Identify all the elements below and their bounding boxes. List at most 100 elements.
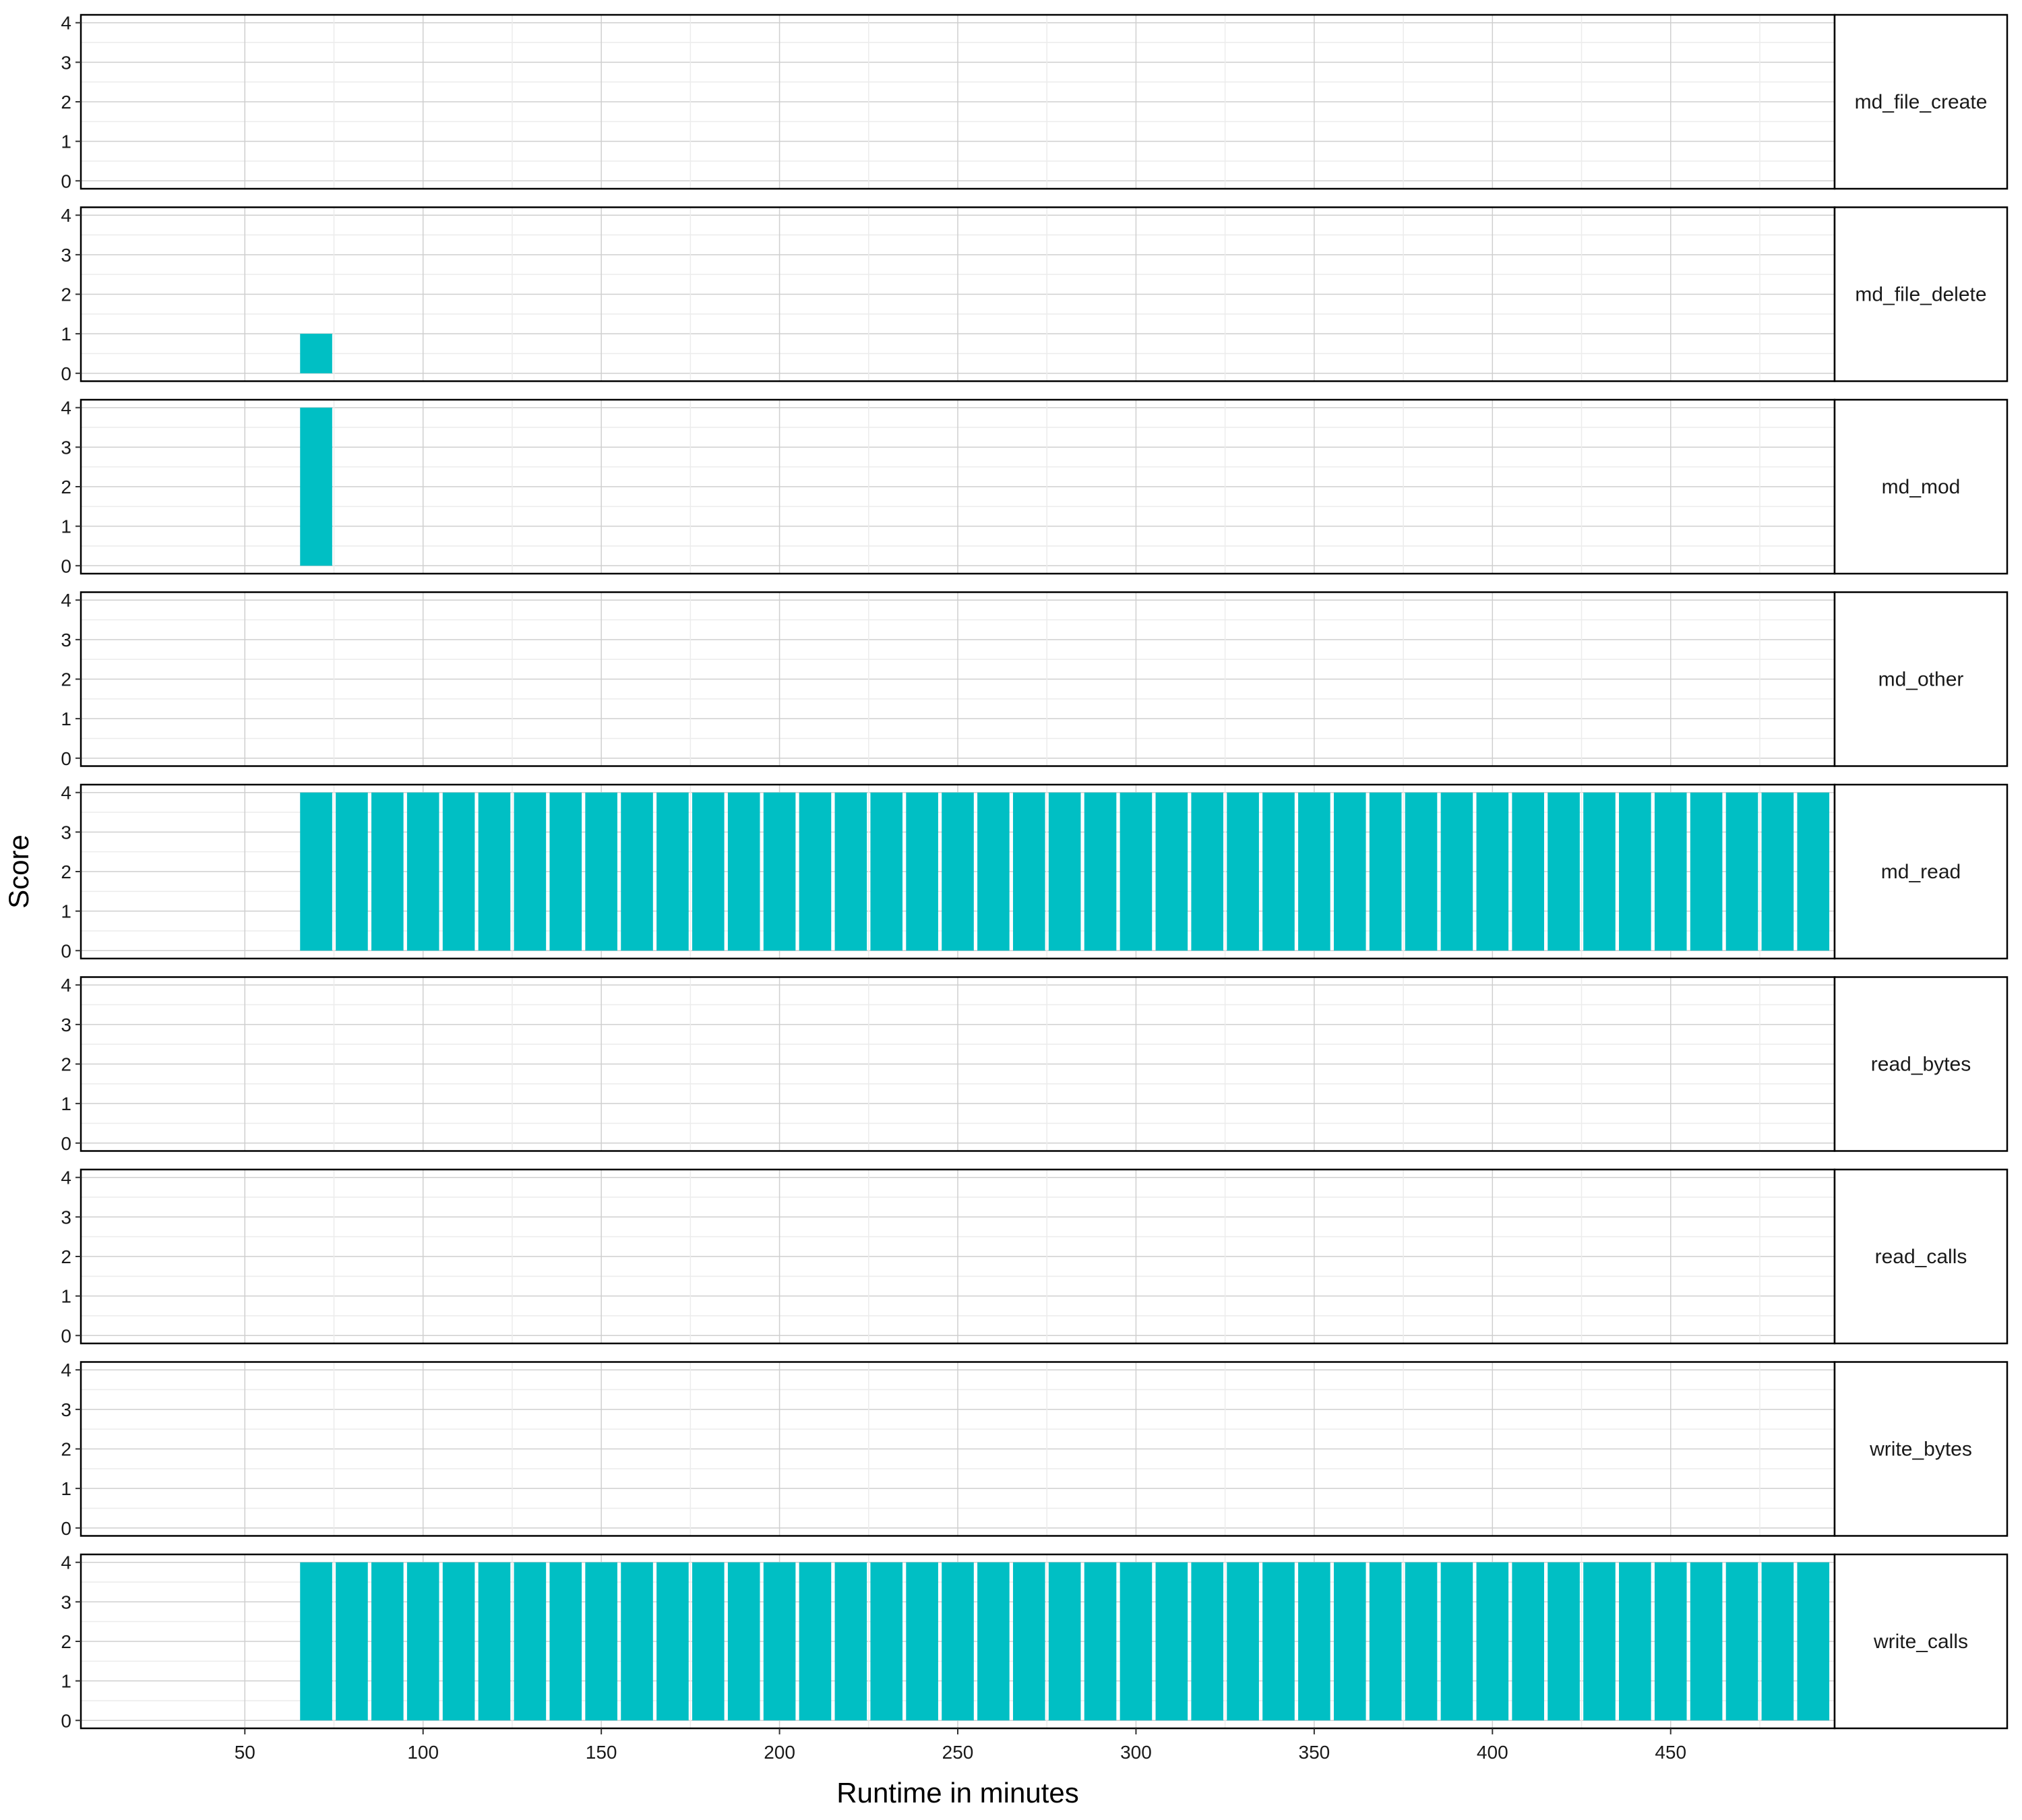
panel-md_file_create: md_file_create 0 1 2 3 4	[61, 13, 2009, 191]
bar	[1476, 1562, 1509, 1721]
bar	[870, 1562, 903, 1721]
bar	[1761, 792, 1794, 951]
bar	[870, 792, 903, 951]
bar	[977, 792, 1010, 951]
y-tick-label: 4	[61, 1552, 71, 1573]
facet-strip-label: md_mod	[1882, 476, 1961, 498]
y-tick-label: 1	[61, 1286, 71, 1307]
bar	[1583, 792, 1616, 951]
y-tick-label: 4	[61, 1167, 71, 1188]
y-tick-label: 0	[61, 1710, 71, 1731]
panel-md_read: md_read 0 1 2 3 4	[61, 783, 2009, 961]
bar	[727, 1562, 760, 1721]
bar	[1690, 1562, 1723, 1721]
bar	[656, 1562, 689, 1721]
bar	[942, 1562, 974, 1721]
bar	[1690, 792, 1723, 951]
facet-strip-label: write_calls	[1873, 1631, 1968, 1653]
x-axis-title: Runtime in minutes	[836, 1777, 1078, 1809]
bar	[549, 1562, 582, 1721]
bar	[1369, 792, 1402, 951]
facet-strip-label: md_file_delete	[1855, 284, 1986, 306]
panel-md_mod: md_mod 0 1 2 3 4	[61, 398, 2009, 576]
bar	[1548, 1562, 1580, 1721]
bar	[1619, 792, 1651, 951]
bar	[336, 792, 368, 951]
x-axis: 50 100 150 200 250 300 350 400 450	[235, 1728, 1686, 1763]
bar	[336, 1562, 368, 1721]
bar	[1120, 792, 1153, 951]
bar	[406, 1562, 439, 1721]
bar	[406, 792, 439, 951]
bar	[1155, 792, 1188, 951]
bar	[1583, 1562, 1616, 1721]
bar	[1797, 1562, 1830, 1721]
bar	[834, 792, 867, 951]
y-tick-label: 2	[61, 477, 71, 497]
bar	[1084, 792, 1117, 951]
bar	[300, 792, 332, 951]
bar	[1120, 1562, 1153, 1721]
y-tick-label: 1	[61, 324, 71, 344]
bar	[727, 792, 760, 951]
y-tick-label: 0	[61, 171, 71, 191]
bar	[1048, 792, 1081, 951]
y-tick-label: 0	[61, 363, 71, 384]
panel-md_other: md_other 0 1 2 3 4	[61, 590, 2009, 769]
bar	[942, 792, 974, 951]
y-tick-label: 2	[61, 1631, 71, 1652]
facet-panels: md_file_create01234md_file_delete01234md…	[61, 13, 2009, 1731]
y-tick-label: 1	[61, 1478, 71, 1499]
y-tick-label: 2	[61, 1054, 71, 1075]
bar	[1797, 792, 1830, 951]
panel-md_file_delete: md_file_delete 0 1 2 3 4	[61, 205, 2009, 384]
y-tick-label: 3	[61, 1014, 71, 1035]
bar	[478, 1562, 511, 1721]
bar	[1262, 1562, 1295, 1721]
bar	[834, 1562, 867, 1721]
x-tick-label: 400	[1477, 1742, 1508, 1763]
x-tick-label: 250	[942, 1742, 974, 1763]
y-tick-label: 1	[61, 1671, 71, 1692]
bar	[1227, 1562, 1259, 1721]
y-tick-label: 3	[61, 630, 71, 650]
panel-write_calls: write_calls 0 1 2 3 4	[61, 1552, 2009, 1731]
y-tick-label: 0	[61, 1325, 71, 1346]
bar	[585, 792, 617, 951]
y-tick-label: 0	[61, 940, 71, 961]
panel-read_bytes: read_bytes 0 1 2 3 4	[61, 975, 2009, 1154]
y-tick-label: 2	[61, 861, 71, 882]
bar	[1405, 1562, 1438, 1721]
bar	[1012, 1562, 1045, 1721]
x-tick-label: 100	[407, 1742, 439, 1763]
panel-write_bytes: write_bytes 0 1 2 3 4	[61, 1360, 2009, 1539]
bar	[1725, 1562, 1758, 1721]
bar	[1761, 1562, 1794, 1721]
x-tick-label: 300	[1120, 1742, 1152, 1763]
y-tick-label: 3	[61, 245, 71, 266]
y-tick-label: 4	[61, 975, 71, 996]
bar	[585, 1562, 617, 1721]
bar	[1654, 1562, 1687, 1721]
panel-read_calls: read_calls 0 1 2 3 4	[61, 1167, 2009, 1346]
bar	[692, 1562, 725, 1721]
facet-strip-label: md_other	[1878, 669, 1964, 691]
bar	[621, 792, 653, 951]
bar	[763, 1562, 796, 1721]
bar	[300, 334, 332, 373]
y-tick-label: 4	[61, 783, 71, 803]
y-tick-label: 3	[61, 52, 71, 73]
bar	[1619, 1562, 1651, 1721]
bar	[977, 1562, 1010, 1721]
y-tick-label: 3	[61, 1591, 71, 1612]
bar	[1191, 792, 1224, 951]
bar	[799, 1562, 832, 1721]
facet-strip-label: read_bytes	[1871, 1054, 1971, 1076]
y-tick-label: 1	[61, 516, 71, 537]
y-tick-label: 2	[61, 669, 71, 690]
bar	[549, 792, 582, 951]
bar	[1084, 1562, 1117, 1721]
bar	[1654, 792, 1687, 951]
bar	[763, 792, 796, 951]
bar	[1512, 1562, 1544, 1721]
